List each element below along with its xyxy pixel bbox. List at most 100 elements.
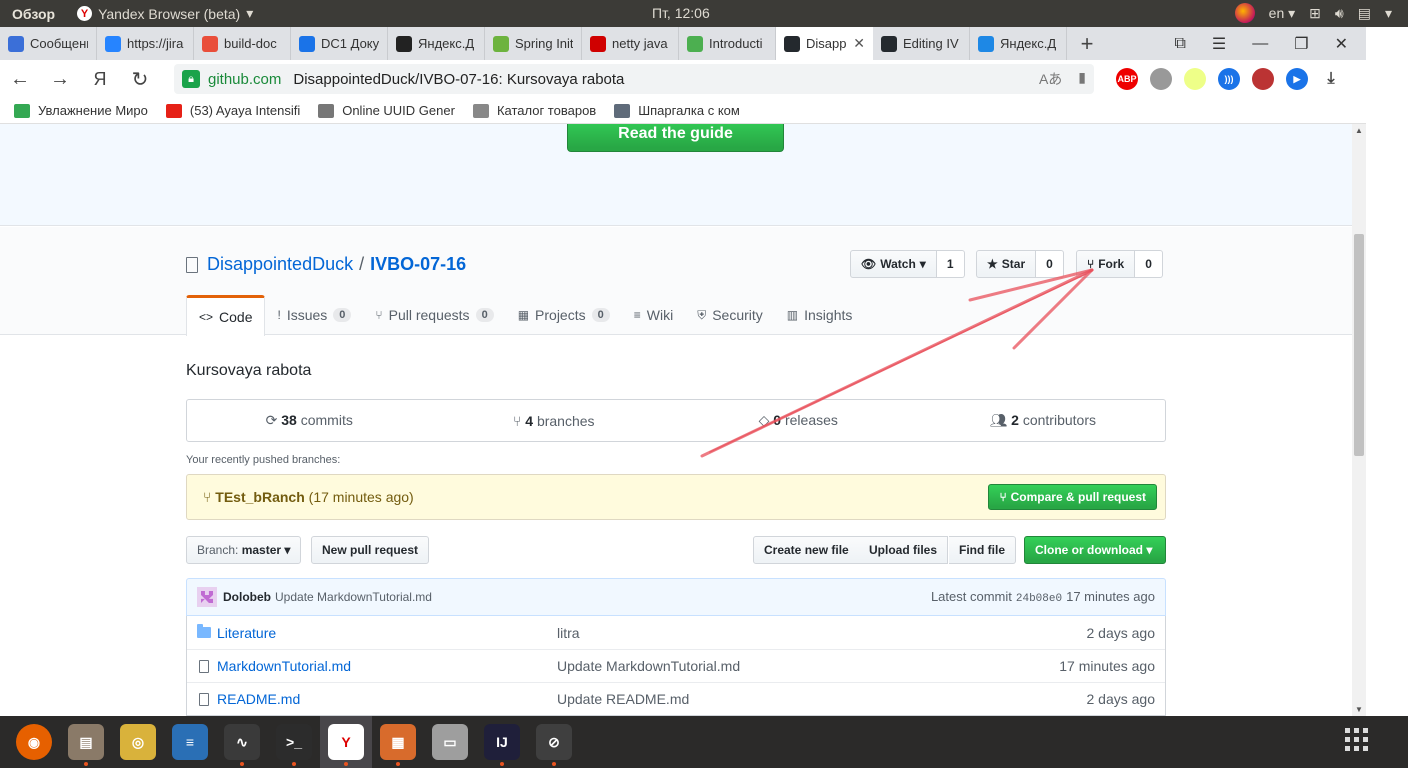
lock-icon[interactable]: 🔒︎ <box>182 70 200 88</box>
file-name-link[interactable]: Literature <box>217 625 557 641</box>
close-tab-icon[interactable]: ✕ <box>853 35 865 52</box>
watch-button[interactable]: 👁︎ Watch ▾ <box>850 250 937 278</box>
dock-yandex-browser[interactable]: Y <box>320 716 372 768</box>
file-commit-message[interactable]: Update MarkdownTutorial.md <box>557 658 1059 674</box>
tab-insights[interactable]: ▥ Insights <box>775 295 865 335</box>
scroll-down-icon[interactable]: ▼ <box>1352 705 1366 714</box>
repo-link[interactable]: IVBO-07-16 <box>370 254 466 275</box>
translate-icon[interactable]: Aあ <box>1039 69 1062 89</box>
dock-system-monitor[interactable]: ∿ <box>216 716 268 768</box>
star-button[interactable]: ★ Star <box>976 250 1037 278</box>
branch-select[interactable]: Branch: master ▾ <box>186 536 302 564</box>
bug-icon[interactable] <box>1252 68 1274 90</box>
browser-tab[interactable]: https://jira <box>97 27 194 60</box>
extension-icon[interactable] <box>1150 68 1172 90</box>
scrollbar-thumb[interactable] <box>1354 234 1364 456</box>
tabs-panel-icon[interactable]: ⧉ <box>1174 35 1185 53</box>
back-button[interactable]: ← <box>0 68 40 91</box>
tab-code[interactable]: <> Code <box>186 295 266 336</box>
play-icon[interactable]: ▶ <box>1286 68 1308 90</box>
summary-contributors[interactable]: 👥︎ 2 contributors <box>921 412 1166 429</box>
reload-button[interactable]: ↻ <box>120 67 160 92</box>
browser-tab[interactable]: Disapp ✕ <box>776 27 873 60</box>
new-tab-button[interactable]: + <box>1067 31 1107 57</box>
forward-button[interactable]: → <box>40 68 80 91</box>
dock-impress[interactable]: ▦ <box>372 716 424 768</box>
bookmark-item[interactable]: Увлажнение Миро <box>14 103 148 118</box>
browser-tab[interactable]: Spring Init <box>485 27 582 60</box>
read-guide-button[interactable]: Read the guide <box>567 124 784 152</box>
browser-tab[interactable]: build-doc <box>194 27 291 60</box>
watch-count[interactable]: 1 <box>936 250 965 278</box>
commit-message[interactable]: Update MarkdownTutorial.md <box>275 590 432 604</box>
tab-issues[interactable]: ! Issues 0 <box>265 295 363 335</box>
show-applications-icon[interactable] <box>1345 728 1368 751</box>
minimize-icon[interactable]: — <box>1252 35 1268 53</box>
file-name-link[interactable]: MarkdownTutorial.md <box>217 658 557 674</box>
file-name-link[interactable]: README.md <box>217 691 557 707</box>
file-commit-message[interactable]: Update README.md <box>557 691 1087 707</box>
dock-terminal[interactable]: >_ <box>268 716 320 768</box>
downloads-icon[interactable]: ⤓ <box>1320 68 1342 90</box>
dock-firefox[interactable]: ◉ <box>8 716 60 768</box>
star-count[interactable]: 0 <box>1036 250 1064 278</box>
restore-icon[interactable]: ❐ <box>1294 34 1308 54</box>
find-file-button[interactable]: Find file <box>949 536 1016 564</box>
page-scrollbar[interactable]: ▲ ▼ <box>1352 124 1366 716</box>
activities-button[interactable]: Обзор <box>0 6 55 22</box>
upload-files-button[interactable]: Upload files <box>859 536 949 564</box>
bookmark-item[interactable]: Каталог товаров <box>472 103 596 118</box>
owner-link[interactable]: DisappointedDuck <box>207 254 353 275</box>
browser-tab[interactable]: Editing IV <box>873 27 970 60</box>
yandex-home-button[interactable]: Я <box>80 69 120 90</box>
tab-wiki[interactable]: ≡ Wiki <box>622 295 685 335</box>
avatar[interactable] <box>197 587 217 607</box>
bookmark-item[interactable]: Online UUID Gener <box>318 103 455 118</box>
bookmark-item[interactable]: Шпаргалка с ком <box>614 103 740 118</box>
system-menu-icon[interactable]: ▾ <box>1385 5 1392 22</box>
dock-intellij-idea[interactable]: IJ <box>476 716 528 768</box>
battery-icon[interactable]: ▤ <box>1358 5 1371 22</box>
clock[interactable]: Пт, 12:06 <box>652 5 710 21</box>
volume-icon[interactable]: 🔊︎ <box>1335 5 1344 22</box>
browser-tab[interactable]: Яндекс.Д <box>388 27 485 60</box>
network-icon[interactable]: ⊞ <box>1309 5 1321 22</box>
browser-tab[interactable]: Сообщения <box>0 27 97 60</box>
dock-recorder[interactable]: ⊘ <box>528 716 580 768</box>
browser-tab[interactable]: Introducti <box>679 27 776 60</box>
new-pull-request-button[interactable]: New pull request <box>311 536 430 564</box>
firefox-indicator-icon[interactable] <box>1234 3 1255 23</box>
summary-branches[interactable]: ⑂ 4 branches <box>432 413 677 429</box>
commit-sha[interactable]: 24b08e0 <box>1016 593 1062 605</box>
commit-author[interactable]: Dolobeb <box>223 590 271 604</box>
tab-pull-requests[interactable]: ⑂ Pull requests 0 <box>363 295 505 335</box>
dock-scanner[interactable]: ▭ <box>424 716 476 768</box>
close-window-icon[interactable]: ✕ <box>1335 34 1348 54</box>
app-menu[interactable]: Y Yandex Browser (beta) ▾ <box>77 5 253 22</box>
scroll-up-icon[interactable]: ▲ <box>1352 126 1366 135</box>
bookmark-item[interactable]: (53) Ayaya Intensifi <box>165 103 300 118</box>
fork-count[interactable]: 0 <box>1135 250 1163 278</box>
menu-icon[interactable]: ☰ <box>1212 34 1226 54</box>
extension-icon[interactable] <box>1184 68 1206 90</box>
tab-projects[interactable]: ▦ Projects 0 <box>506 295 622 335</box>
file-commit-message[interactable]: litra <box>557 625 1087 641</box>
browser-tab[interactable]: netty java <box>582 27 679 60</box>
browser-tab[interactable]: Яндекс.Д <box>970 27 1067 60</box>
keyboard-layout[interactable]: en ▾ <box>1269 5 1296 22</box>
recent-branch-name[interactable]: TEst_bRanch <box>215 489 304 505</box>
address-bar[interactable]: 🔒︎ github.com DisappointedDuck/IVBO-07-1… <box>174 64 1094 94</box>
dock-files[interactable]: ▤ <box>60 716 112 768</box>
summary-commits[interactable]: ⟳ 38 commits <box>187 412 432 429</box>
adblock-icon[interactable]: ABP <box>1116 68 1138 90</box>
tab-security[interactable]: ⛨ Security <box>685 295 775 335</box>
alice-icon[interactable]: ))) <box>1218 68 1240 90</box>
dock-writer[interactable]: ≡ <box>164 716 216 768</box>
clone-download-button[interactable]: Clone or download ▾ <box>1024 536 1166 564</box>
compare-pull-request-button[interactable]: ⑂ Compare & pull request <box>988 484 1157 510</box>
summary-releases[interactable]: ◇ 0 releases <box>676 412 921 429</box>
create-new-file-button[interactable]: Create new file <box>753 536 860 564</box>
fork-button[interactable]: ⑂ Fork <box>1076 250 1136 278</box>
dock-rhythmbox[interactable]: ◎ <box>112 716 164 768</box>
bookmark-icon[interactable]: ▮ <box>1078 69 1086 89</box>
